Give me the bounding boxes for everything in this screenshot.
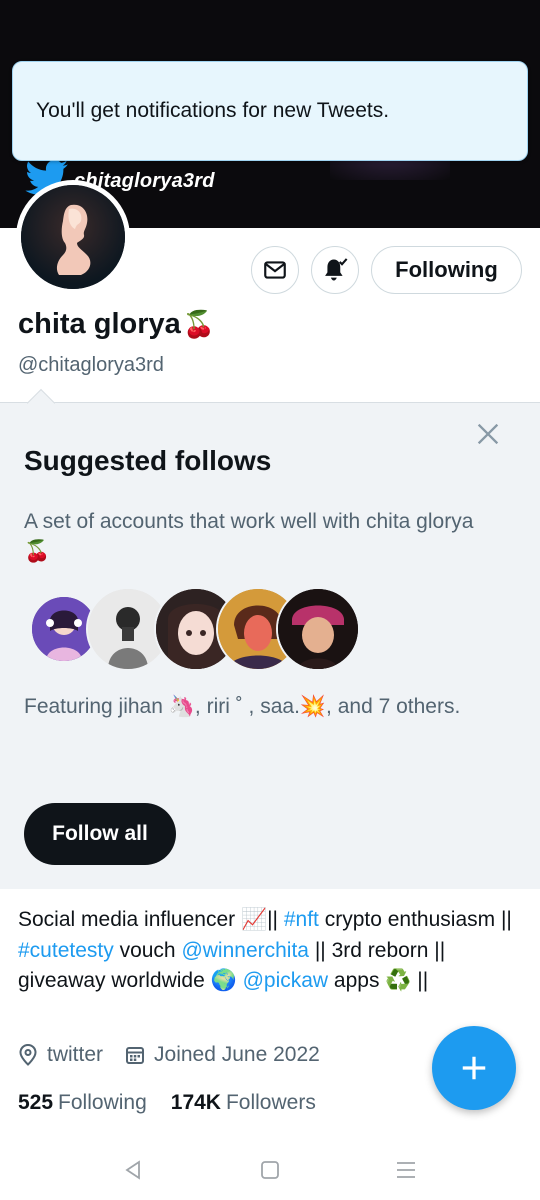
suggested-follows-panel: Suggested follows A set of accounts that… [0,388,540,889]
close-icon[interactable] [474,420,502,448]
notifications-button[interactable] [311,246,359,294]
cherry-emoji: 🍒 [182,309,216,339]
profile-meta: twitter Joined June 2022 [18,1043,342,1067]
profile-name-text: chita glorya [18,308,181,340]
suggested-avatar-5 [276,587,360,671]
hashtag-cutetesty[interactable]: #cutetesty [18,939,114,962]
suggested-title: Suggested follows [24,445,272,476]
nav-back-button[interactable] [120,1157,146,1183]
mention-pickaw[interactable]: @pickaw [243,969,329,992]
toast-message: You'll get notifications for new Tweets. [36,99,390,122]
profile-handle: @chitaglorya3rd [18,354,164,376]
mention-winnerchita[interactable]: @winnerchita [181,939,309,962]
location-pin-icon [19,1044,37,1066]
compose-tweet-button[interactable] [432,1026,516,1110]
followers-label: Followers [225,1091,316,1114]
bell-check-icon [325,258,348,281]
hashtag-nft[interactable]: #nft [284,908,319,931]
envelope-icon [264,261,286,279]
home-square-icon [261,1161,279,1179]
followers-count: 174K [170,1091,221,1114]
location-item: twitter [18,1043,103,1067]
plus-icon [462,1056,486,1080]
notification-toast: You'll get notifications for new Tweets. [12,61,528,161]
menu-lines-icon [397,1162,415,1178]
suggested-description: A set of accounts that work well with ch… [24,510,474,563]
bio-text-3: vouch [113,938,182,962]
suggested-avatars[interactable] [30,587,360,671]
bio-text-5: apps ♻️ || [328,969,429,992]
joined-text: Joined June 2022 [154,1043,320,1066]
following-count-link[interactable]: 525 Following [18,1091,147,1115]
bio-text-2: crypto enthusiasm || [318,908,512,931]
following-label: Following [58,1091,147,1114]
featuring-text: Featuring jihan 🦄, riri ˚ , saa.💥, and 7… [24,695,461,718]
panel-caret [26,388,56,418]
profile-bio: Social media influencer 📈|| #nft crypto … [18,905,518,997]
follow-counts: 525 Following 174K Followers [18,1091,340,1115]
nav-menu-button[interactable] [393,1157,419,1183]
nav-home-button[interactable] [257,1157,283,1183]
followers-count-link[interactable]: 174K Followers [171,1091,316,1115]
follow-all-button[interactable]: Follow all [24,803,176,865]
bio-text-1: Social media influencer 📈|| [18,908,284,931]
location-text: twitter [47,1043,104,1066]
system-nav-bar [0,1140,540,1200]
back-triangle-icon [125,1160,140,1180]
calendar-icon [126,1047,145,1064]
profile-avatar[interactable] [16,180,130,294]
avatar-image [21,185,125,289]
joined-item: Joined June 2022 [125,1043,320,1067]
following-button[interactable]: Following [371,246,522,294]
profile-name: chita glorya 🍒 [18,308,215,341]
following-count: 525 [18,1091,54,1114]
message-button[interactable] [251,246,299,294]
